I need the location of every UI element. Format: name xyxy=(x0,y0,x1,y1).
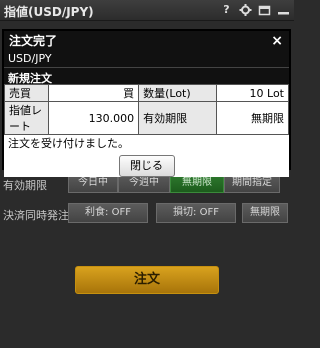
order-button[interactable]: 注文 xyxy=(75,266,219,294)
validity-detail-label: 有効期限 xyxy=(138,101,218,135)
help-icon[interactable]: ? xyxy=(220,3,233,17)
window-icon[interactable] xyxy=(258,3,271,17)
take-profit-button[interactable]: 利食: OFF xyxy=(68,203,148,223)
table-row: 売買 買 数量(Lot) 10 Lot xyxy=(4,84,289,102)
quantity-value: 10 Lot xyxy=(216,84,289,102)
limit-rate-value: 130.000 xyxy=(47,101,140,135)
order-complete-dialog: 注文完了 × USD/JPY 新規注文 売買 買 数量(Lot) 10 Lot … xyxy=(2,29,291,177)
validity-detail-value: 無期限 xyxy=(216,101,289,135)
order-type: 新規注文 xyxy=(4,67,289,85)
settlement-label: 決済同時発注 xyxy=(3,209,69,222)
currency-pair: USD/JPY xyxy=(4,51,289,67)
close-icon[interactable]: × xyxy=(271,31,283,51)
close-button[interactable]: 閉じる xyxy=(118,155,175,177)
table-row: 指値レート 130.000 有効期限 無期限 xyxy=(4,101,289,135)
quantity-label: 数量(Lot) xyxy=(138,84,218,102)
window-titlebar: 指値(USD/JPY) ? xyxy=(0,0,294,21)
settlement-validity-button[interactable]: 無期限 xyxy=(242,203,288,223)
side-value: 買 xyxy=(47,84,140,102)
side-label: 売買 xyxy=(4,84,49,102)
status-message: 注文を受け付けました。 xyxy=(4,135,289,151)
minimize-icon[interactable] xyxy=(277,3,290,17)
window-title: 指値(USD/JPY) xyxy=(4,5,94,19)
dialog-header: 注文完了 × xyxy=(4,31,289,51)
validity-label: 有効期限 xyxy=(3,179,47,192)
limit-rate-label: 指値レート xyxy=(4,101,49,135)
close-button-area: 閉じる xyxy=(4,151,289,177)
order-details-table: 売買 買 数量(Lot) 10 Lot 指値レート 130.000 有効期限 無… xyxy=(4,84,289,135)
gear-icon[interactable] xyxy=(239,3,252,17)
dialog-title: 注文完了 xyxy=(9,34,58,48)
stop-loss-button[interactable]: 損切: OFF xyxy=(156,203,236,223)
